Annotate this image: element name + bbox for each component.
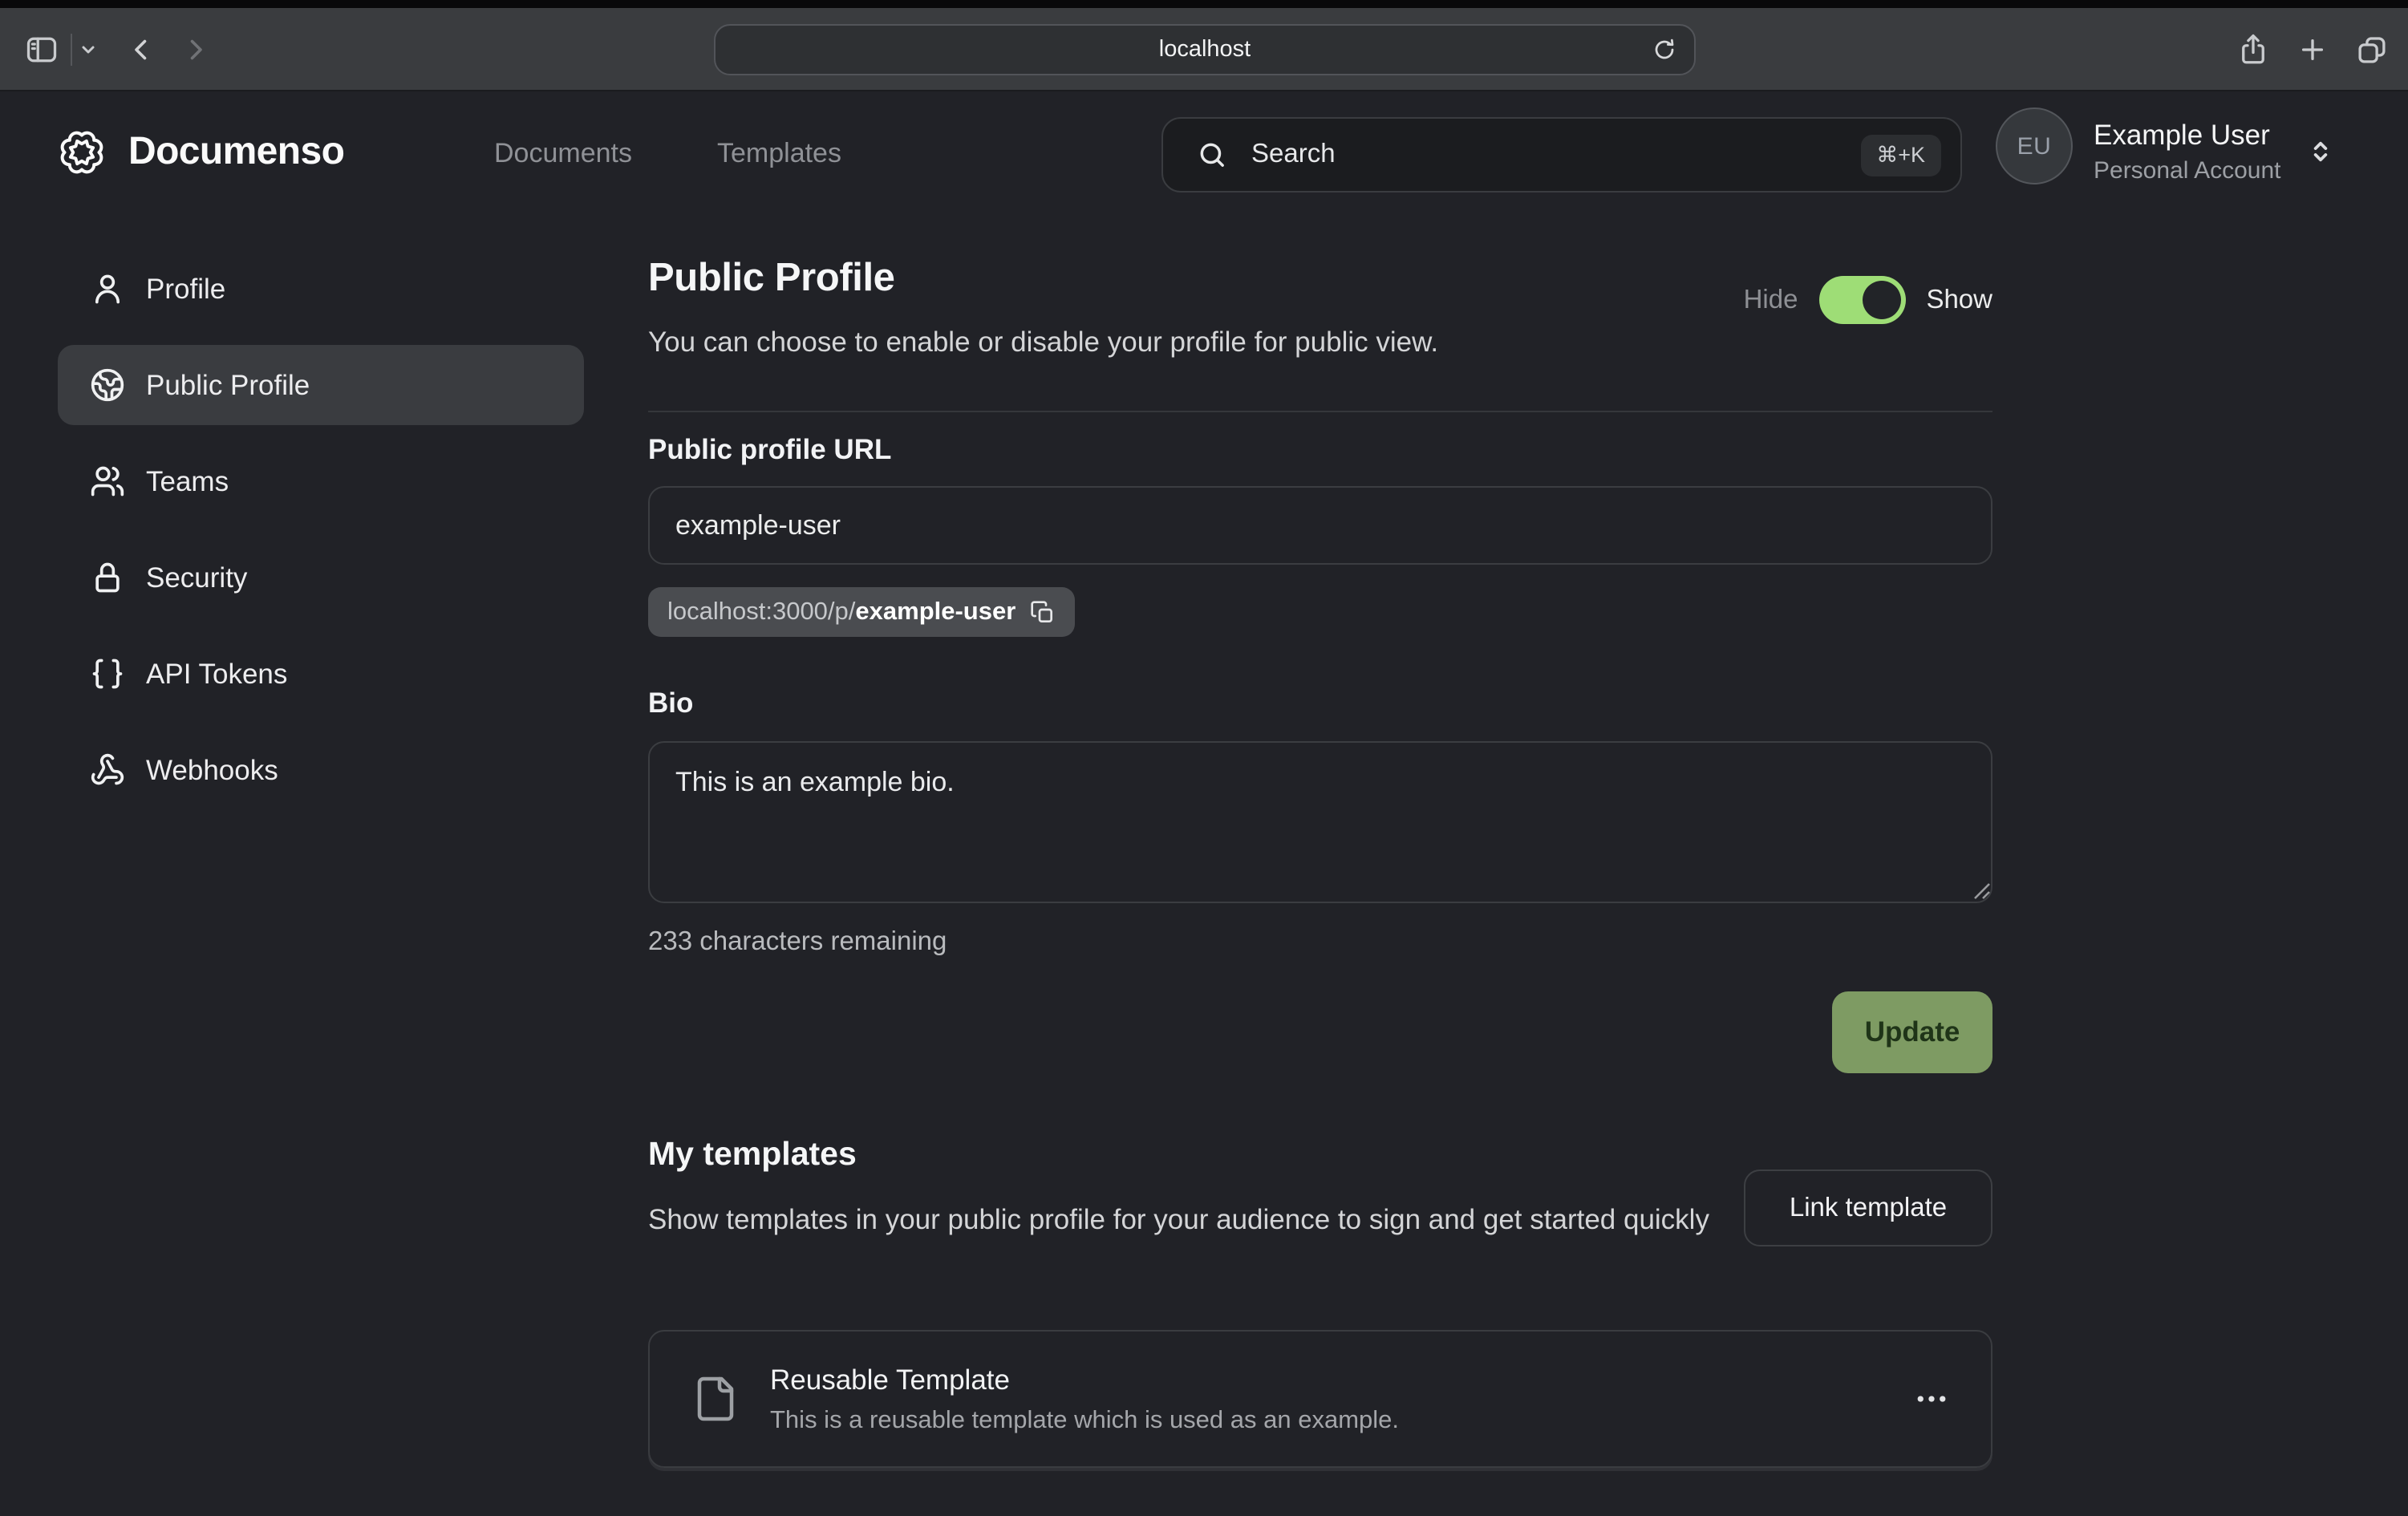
avatar-initials: EU <box>2017 132 2052 160</box>
browser-toolbar: localhost <box>0 0 2408 91</box>
settings-sidebar: Profile Public Profile Teams <box>58 249 584 826</box>
url-field-label: Public profile URL <box>648 433 1992 467</box>
copy-icon[interactable] <box>1030 599 1056 625</box>
braces-icon <box>90 656 125 691</box>
template-card-text: Reusable Template This is a reusable tem… <box>770 1363 1399 1435</box>
public-profile-url-input[interactable] <box>648 486 1992 565</box>
section-divider <box>648 411 1992 412</box>
sidebar-item-label: API Tokens <box>146 657 287 691</box>
sidebar-item-label: Webhooks <box>146 753 278 787</box>
users-icon <box>90 464 125 499</box>
bio-field-label: Bio <box>648 687 1992 720</box>
search-bar[interactable]: Search ⌘+K <box>1161 117 1962 193</box>
my-templates-description: Show templates in your public profile fo… <box>648 1198 1771 1240</box>
visibility-toggle[interactable] <box>1818 276 1905 324</box>
nav-documents[interactable]: Documents <box>494 138 632 170</box>
profile-visibility-toggle-row: Hide Show <box>1744 276 1992 324</box>
address-bar[interactable]: localhost <box>714 24 1696 75</box>
url-preview-text: localhost:3000/p/example-user <box>667 598 1015 626</box>
address-bar-url: localhost <box>1159 37 1251 63</box>
brand-name: Documenso <box>128 130 344 175</box>
sidebar-item-profile[interactable]: Profile <box>58 249 584 329</box>
sidebar-item-label: Security <box>146 561 247 594</box>
globe-icon <box>90 367 125 403</box>
search-icon <box>1197 140 1227 170</box>
user-name: Example User <box>2094 119 2270 152</box>
sidebar-item-public-profile[interactable]: Public Profile <box>58 345 584 425</box>
sidebar-item-label: Public Profile <box>146 368 310 402</box>
chevron-down-icon[interactable] <box>79 39 98 59</box>
account-switcher-icon[interactable] <box>2305 136 2336 167</box>
sidebar-toggle-icon[interactable] <box>24 31 59 67</box>
search-shortcut-badge: ⌘+K <box>1860 134 1941 176</box>
tab-overview-icon[interactable] <box>2355 32 2389 66</box>
characters-remaining: 233 characters remaining <box>648 927 1992 958</box>
user-icon <box>90 271 125 306</box>
new-tab-icon[interactable] <box>2296 32 2329 66</box>
toggle-show-label: Show <box>1926 285 1992 315</box>
user-account-type: Personal Account <box>2094 157 2281 184</box>
documenso-settings-window: localhost Do <box>0 0 2408 1516</box>
template-description: This is a reusable template which is use… <box>770 1406 1399 1435</box>
toolbar-divider <box>71 33 72 65</box>
profile-url-preview: localhost:3000/p/example-user <box>648 587 1075 637</box>
template-title: Reusable Template <box>770 1363 1399 1396</box>
update-button[interactable]: Update <box>1832 991 1992 1073</box>
sidebar-item-api-tokens[interactable]: API Tokens <box>58 634 584 714</box>
sidebar-item-teams[interactable]: Teams <box>58 441 584 521</box>
search-placeholder: Search <box>1251 140 1860 170</box>
documenso-logo[interactable]: Documenso <box>58 128 344 176</box>
toggle-knob <box>1862 281 1900 319</box>
lock-icon <box>90 560 125 595</box>
webhook-icon <box>90 752 125 788</box>
sidebar-item-webhooks[interactable]: Webhooks <box>58 730 584 810</box>
my-templates-title: My templates <box>648 1136 1992 1174</box>
textarea-resize-handle[interactable] <box>1973 882 1991 900</box>
back-button[interactable] <box>127 34 156 63</box>
file-icon <box>691 1375 740 1423</box>
link-template-button[interactable]: Link template <box>1744 1169 1992 1246</box>
toggle-hide-label: Hide <box>1744 285 1798 315</box>
documenso-logo-icon <box>58 128 106 176</box>
share-icon[interactable] <box>2236 32 2270 66</box>
template-actions-menu[interactable] <box>1914 1381 1949 1417</box>
template-card[interactable]: Reusable Template This is a reusable tem… <box>648 1330 1992 1468</box>
forward-button[interactable] <box>181 34 210 63</box>
bio-textarea[interactable]: This is an example bio. <box>648 741 1992 903</box>
page-description: You can choose to enable or disable your… <box>648 326 1992 359</box>
sidebar-item-label: Teams <box>146 464 229 498</box>
refresh-icon[interactable] <box>1652 38 1676 62</box>
sidebar-item-label: Profile <box>146 272 225 306</box>
nav-templates[interactable]: Templates <box>717 138 841 170</box>
sidebar-item-security[interactable]: Security <box>58 537 584 618</box>
avatar[interactable]: EU <box>1996 107 2073 184</box>
